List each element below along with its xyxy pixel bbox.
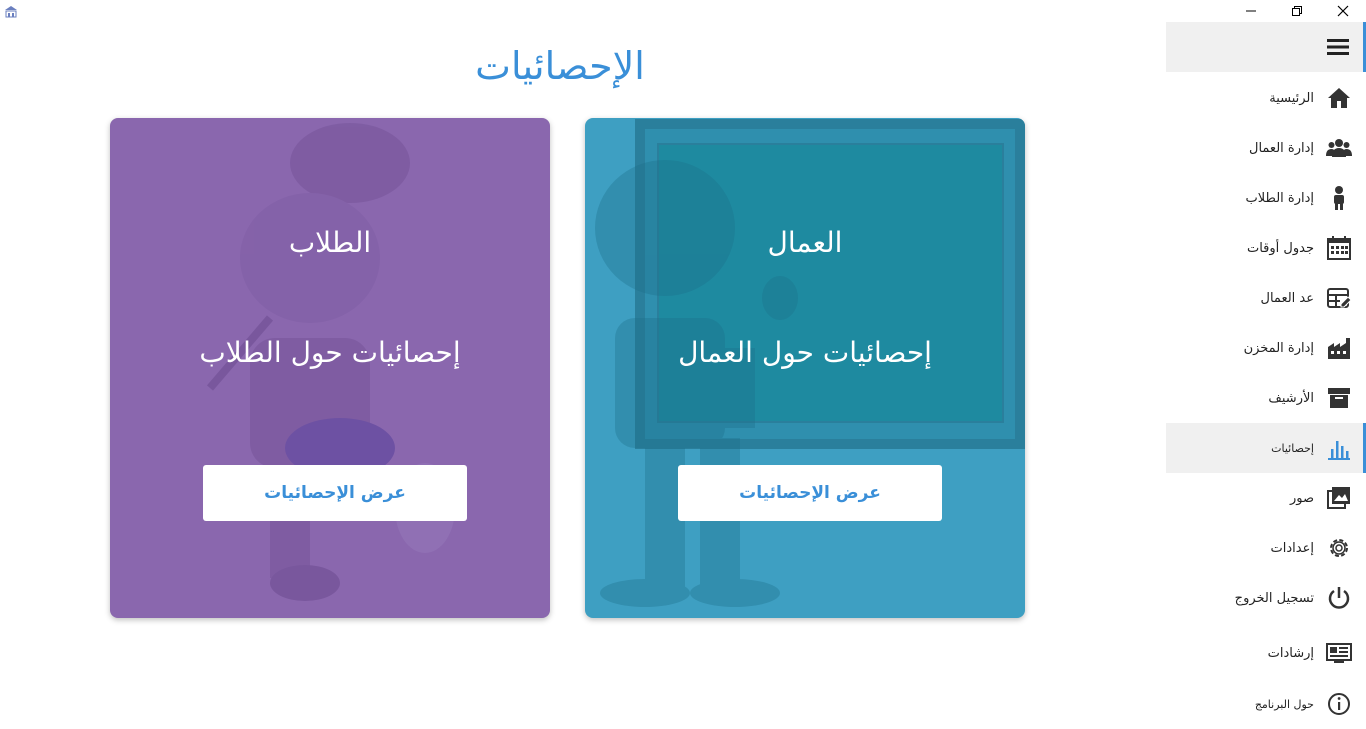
sidebar-item-label: تسجيل الخروج <box>1234 590 1314 606</box>
sidebar-item-label: الأرشيف <box>1268 390 1314 406</box>
sidebar-item-worker-count[interactable]: عد العمال <box>1166 273 1366 323</box>
sidebar-item-label: عد العمال <box>1260 290 1314 306</box>
students-card-subtitle: إحصائيات حول الطلاب <box>199 336 461 369</box>
child-icon <box>1326 185 1352 211</box>
close-button[interactable] <box>1320 0 1366 22</box>
power-icon <box>1326 585 1352 611</box>
sidebar-item-home[interactable]: الرئيسية <box>1166 73 1366 123</box>
users-icon <box>1326 135 1352 161</box>
sidebar-item-logout[interactable]: تسجيل الخروج <box>1166 573 1366 623</box>
sidebar-item-label: إعدادات <box>1270 540 1314 556</box>
sidebar-item-schedule[interactable]: جدول أوقات <box>1166 223 1366 273</box>
factory-icon <box>1326 335 1352 361</box>
sidebar-item-label: إدارة الطلاب <box>1245 190 1314 206</box>
sidebar-item-label: حول البرنامج <box>1254 697 1314 711</box>
sidebar-item-label: إدارة المخزن <box>1243 340 1314 356</box>
hamburger-icon <box>1327 39 1349 55</box>
sidebar-item-guide[interactable]: إرشادات <box>1166 628 1366 678</box>
students-stats-card: الطلاب إحصائيات حول الطلاب عرض الإحصائيا… <box>110 118 550 618</box>
sidebar-item-about[interactable]: حول البرنامج <box>1166 679 1366 729</box>
page-title: الإحصائيات <box>475 44 645 88</box>
minimize-icon <box>1246 10 1256 12</box>
home-icon <box>1326 85 1352 111</box>
workers-card-subtitle: إحصائيات حول العمال <box>678 336 932 369</box>
sidebar-item-workers[interactable]: إدارة العمال <box>1166 123 1366 173</box>
sidebar: الرئيسية إدارة العمال إدارة الطلاب جدول <box>1166 22 1366 728</box>
workers-card-title: العمال <box>767 226 843 259</box>
sidebar-item-archive[interactable]: الأرشيف <box>1166 373 1366 423</box>
restore-icon <box>1292 6 1302 16</box>
info-icon <box>1326 691 1352 717</box>
guide-icon <box>1326 640 1352 666</box>
sidebar-item-label: إحصائيات <box>1271 441 1314 455</box>
sidebar-item-settings[interactable]: إعدادات <box>1166 523 1366 573</box>
sidebar-item-warehouse[interactable]: إدارة المخزن <box>1166 323 1366 373</box>
restore-button[interactable] <box>1274 0 1320 22</box>
app-icon <box>4 4 18 18</box>
sidebar-item-students[interactable]: إدارة الطلاب <box>1166 173 1366 223</box>
sidebar-item-label: الرئيسية <box>1269 90 1314 106</box>
calendar-icon <box>1326 235 1352 261</box>
sidebar-item-label: جدول أوقات <box>1246 240 1314 256</box>
minimize-button[interactable] <box>1228 0 1274 22</box>
sidebar-item-photos[interactable]: صور <box>1166 473 1366 523</box>
window-controls <box>1228 0 1366 22</box>
sidebar-item-label: صور <box>1289 490 1314 506</box>
students-view-stats-button[interactable]: عرض الإحصائيات <box>203 465 467 521</box>
workers-view-stats-button[interactable]: عرض الإحصائيات <box>678 465 942 521</box>
menu-toggle-button[interactable] <box>1166 22 1366 72</box>
archive-icon <box>1326 385 1352 411</box>
gear-icon <box>1326 535 1352 561</box>
image-icon <box>1326 485 1352 511</box>
sidebar-item-label: إرشادات <box>1267 645 1314 661</box>
students-card-title: الطلاب <box>288 226 372 259</box>
table-edit-icon <box>1326 285 1352 311</box>
sidebar-item-label: إدارة العمال <box>1249 140 1314 156</box>
workers-stats-card: العمال إحصائيات حول العمال عرض الإحصائيا… <box>585 118 1025 618</box>
close-icon <box>1337 5 1349 17</box>
bar-chart-icon <box>1326 435 1352 461</box>
sidebar-item-statistics[interactable]: إحصائيات <box>1166 423 1366 473</box>
